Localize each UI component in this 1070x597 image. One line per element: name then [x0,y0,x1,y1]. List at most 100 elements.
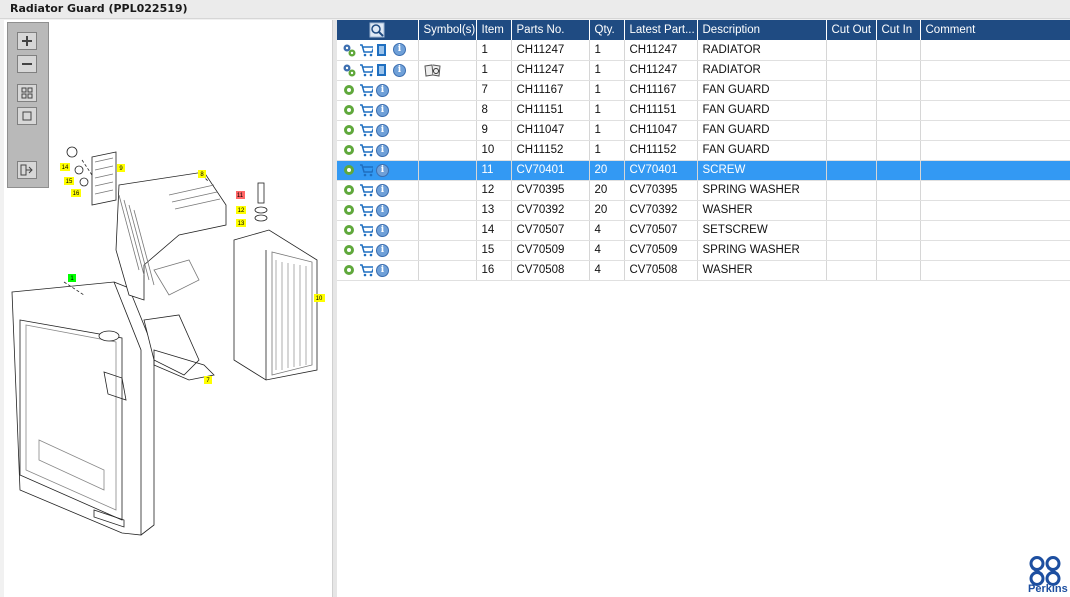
info-icon[interactable]: i [376,203,389,217]
gear-icon [344,245,354,255]
callout-15: 15 [66,179,73,185]
info-icon[interactable]: i [376,123,389,137]
info-icon[interactable]: i [393,63,406,77]
info-icon[interactable]: i [376,103,389,117]
info-icon[interactable]: i [376,143,389,157]
row-actions[interactable]: i [337,80,419,101]
column-header-symbols[interactable]: Symbol(s) [418,20,477,40]
row-actions[interactable]: i [337,100,419,121]
actual-size-icon [22,111,32,121]
cell-description: FAN GUARD [697,80,827,101]
cell-symbol [418,80,477,101]
row-actions[interactable]: i [337,180,419,201]
cell-item: 12 [476,180,512,201]
info-icon[interactable]: i [376,263,389,277]
table-row[interactable]: i 14 CV70507 4 CV70507 SETSCREW [337,220,1070,241]
table-row[interactable]: i 12 CV70395 20 CV70395 SPRING WASHER [337,180,1070,201]
search-column-header[interactable] [337,20,419,40]
info-icon[interactable]: i [376,223,389,237]
actual-size-button[interactable] [17,107,37,125]
table-row[interactable]: i 10 CH11152 1 CH11152 FAN GUARD [337,140,1070,161]
zoom-in-button[interactable] [17,32,37,50]
row-actions[interactable]: i [337,200,419,221]
column-header-parts-no[interactable]: Parts No. [511,20,590,40]
cell-parts-no[interactable]: CH11247 [511,60,590,81]
cell-comment [920,220,1070,241]
window-title: Radiator Guard (PPL022519) [10,2,188,15]
row-actions[interactable]: i [337,40,419,61]
cell-cut-out [826,120,877,141]
column-header-cut-in[interactable]: Cut In [876,20,921,40]
cell-comment [920,180,1070,201]
cell-qty: 4 [589,260,625,281]
export-button[interactable] [17,161,37,179]
cell-parts-no[interactable]: CH11167 [511,80,590,101]
cell-parts-no[interactable]: CV70507 [511,220,590,241]
callout-13: 13 [238,221,245,227]
info-icon[interactable]: i [376,83,389,97]
table-row[interactable]: i 13 CV70392 20 CV70392 WASHER [337,200,1070,221]
cell-parts-no[interactable]: CV70392 [511,200,590,221]
cell-item: 11 [476,160,512,181]
table-row[interactable]: i 7 CH11167 1 CH11167 FAN GUARD [337,80,1070,101]
fit-window-icon [21,87,33,99]
table-row[interactable]: i 9 CH11047 1 CH11047 FAN GUARD [337,120,1070,141]
manual-icon [377,64,386,76]
cell-item: 14 [476,220,512,241]
cell-parts-no[interactable]: CH11152 [511,140,590,161]
info-icon[interactable]: i [376,243,389,257]
cell-description: FAN GUARD [697,120,827,141]
row-actions[interactable]: i [337,260,419,281]
table-row[interactable]: i 1 CH11247 1 CH11247 RADIATOR [337,60,1070,81]
cell-latest-part: CH11151 [624,100,698,121]
row-actions[interactable]: i [337,160,419,181]
cell-cut-out [826,100,877,121]
gear-icon [344,165,354,175]
callout-12: 12 [238,208,245,214]
cell-parts-no[interactable]: CV70509 [511,240,590,261]
table-row[interactable]: i 11 CV70401 20 CV70401 SCREW [337,160,1070,181]
column-header-description[interactable]: Description [697,20,827,40]
title-bar: Radiator Guard (PPL022519) [0,0,1070,19]
diagram-pane[interactable]: 14 15 16 9 8 11 12 13 1 10 7 [4,20,333,597]
info-icon[interactable]: i [376,163,389,177]
row-actions[interactable]: i [337,240,419,261]
cell-latest-part: CH11047 [624,120,698,141]
row-actions[interactable]: i [337,120,419,141]
cell-description: WASHER [697,260,827,281]
cell-cut-out [826,260,877,281]
info-icon[interactable]: i [393,43,406,57]
cell-parts-no[interactable]: CV70395 [511,180,590,201]
row-actions[interactable]: i [337,140,419,161]
cell-symbol [418,120,477,141]
book-icon [423,64,441,77]
table-row[interactable]: i 8 CH11151 1 CH11151 FAN GUARD [337,100,1070,121]
gear-icon [344,185,354,195]
cell-qty: 1 [589,60,625,81]
row-actions[interactable]: i [337,60,419,81]
minus-icon [22,63,32,65]
cart-icon [360,264,373,277]
column-header-qty[interactable]: Qty. [589,20,625,40]
cell-parts-no[interactable]: CH11151 [511,100,590,121]
fit-to-window-button[interactable] [17,84,37,102]
column-header-cut-out[interactable]: Cut Out [826,20,877,40]
cell-parts-no[interactable]: CV70401 [511,160,590,181]
gears-icon [343,64,356,77]
table-row[interactable]: i 1 CH11247 1 CH11247 RADIATOR [337,40,1070,61]
cell-latest-part: CH11152 [624,140,698,161]
info-icon[interactable]: i [376,183,389,197]
cart-icon [360,224,373,237]
column-header-latest-part[interactable]: Latest Part... [624,20,698,40]
column-header-comment[interactable]: Comment [920,20,1070,40]
cell-parts-no[interactable]: CV70508 [511,260,590,281]
cell-parts-no[interactable]: CH11047 [511,120,590,141]
table-row[interactable]: i 16 CV70508 4 CV70508 WASHER [337,260,1070,281]
column-header-item[interactable]: Item [476,20,512,40]
table-row[interactable]: i 15 CV70509 4 CV70509 SPRING WASHER [337,240,1070,261]
row-actions[interactable]: i [337,220,419,241]
zoom-out-button[interactable] [17,55,37,73]
cell-parts-no[interactable]: CH11247 [511,40,590,61]
cell-symbol [418,180,477,201]
cell-comment [920,60,1070,81]
